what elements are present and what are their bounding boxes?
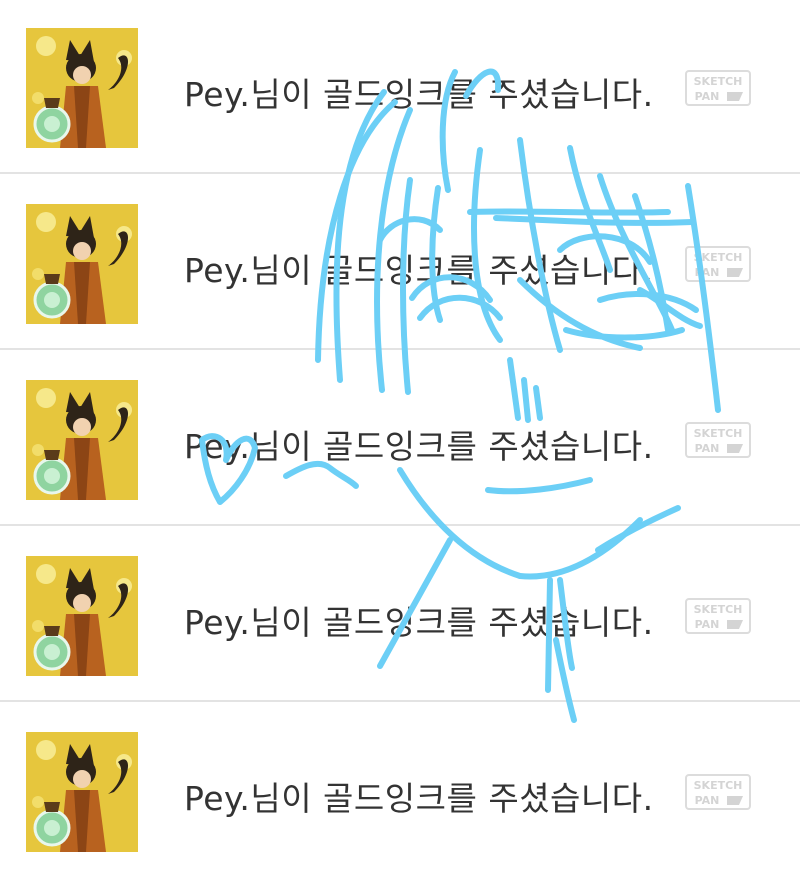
svg-text:SKETCH: SKETCH xyxy=(694,603,743,616)
avatar xyxy=(26,732,138,852)
notification-row[interactable]: Pey.님이 골드잉크를 주셨습니다. SKETCH PAN xyxy=(0,352,800,526)
svg-text:SKETCH: SKETCH xyxy=(694,427,743,440)
svg-text:SKETCH: SKETCH xyxy=(694,75,743,88)
notification-message: Pey.님이 골드잉크를 주셨습니다. xyxy=(184,75,654,114)
notification-row[interactable]: Pey.님이 골드잉크를 주셨습니다. SKETCH PAN xyxy=(0,704,800,878)
avatar xyxy=(26,204,138,324)
avatar xyxy=(26,556,138,676)
svg-text:PAN: PAN xyxy=(695,442,720,455)
svg-text:SKETCH: SKETCH xyxy=(694,251,743,264)
notification-message: Pey.님이 골드잉크를 주셨습니다. xyxy=(184,427,654,466)
avatar xyxy=(26,28,138,148)
cat-eared-character-avatar-icon xyxy=(26,204,138,324)
sketchpan-logo-icon: SKETCH PAN xyxy=(685,70,751,106)
notification-row[interactable]: Pey.님이 골드잉크를 주셨습니다. SKETCH PAN xyxy=(0,176,800,350)
sketchpan-logo-icon: SKETCH PAN xyxy=(685,246,751,282)
svg-text:SKETCH: SKETCH xyxy=(694,779,743,792)
notification-row[interactable]: Pey.님이 골드잉크를 주셨습니다. SKETCH PAN xyxy=(0,0,800,174)
notification-row[interactable]: Pey.님이 골드잉크를 주셨습니다. SKETCH PAN xyxy=(0,528,800,702)
svg-text:PAN: PAN xyxy=(695,90,720,103)
notification-message: Pey.님이 골드잉크를 주셨습니다. xyxy=(184,779,654,818)
notification-message: Pey.님이 골드잉크를 주셨습니다. xyxy=(184,603,654,642)
avatar xyxy=(26,380,138,500)
notification-message: Pey.님이 골드잉크를 주셨습니다. xyxy=(184,251,654,290)
sketchpan-logo-icon: SKETCH PAN xyxy=(685,422,751,458)
cat-eared-character-avatar-icon xyxy=(26,732,138,852)
sketchpan-logo-icon: SKETCH PAN xyxy=(685,774,751,810)
svg-text:PAN: PAN xyxy=(695,794,720,807)
svg-text:PAN: PAN xyxy=(695,266,720,279)
cat-eared-character-avatar-icon xyxy=(26,380,138,500)
sketchpan-logo-icon: SKETCH PAN xyxy=(685,598,751,634)
svg-text:PAN: PAN xyxy=(695,618,720,631)
cat-eared-character-avatar-icon xyxy=(26,556,138,676)
cat-eared-character-avatar-icon xyxy=(26,28,138,148)
